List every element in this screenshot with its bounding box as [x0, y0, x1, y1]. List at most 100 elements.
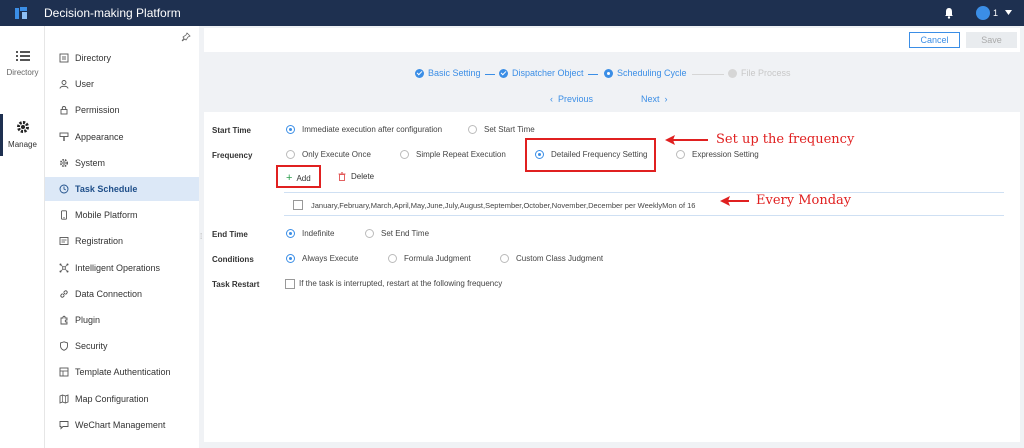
- cancel-button[interactable]: Cancel: [909, 32, 960, 48]
- sidebar-item-task-schedule[interactable]: Task Schedule: [45, 177, 199, 201]
- frequency-entry-checkbox[interactable]: [293, 200, 303, 210]
- indefinite-radio[interactable]: Indefinite: [286, 229, 334, 238]
- sidebar-item-mobile-platform[interactable]: Mobile Platform: [45, 203, 199, 227]
- nav-directory-label: Directory: [6, 68, 39, 77]
- left-nav: Directory Manage: [0, 26, 45, 448]
- task-restart-checkbox[interactable]: [285, 279, 295, 289]
- radio-label: Immediate execution after configuration: [302, 125, 443, 134]
- sidebar-item-map-configuration[interactable]: Map Configuration: [45, 387, 199, 411]
- network-icon: [59, 263, 69, 273]
- next-button[interactable]: Next ›: [641, 94, 668, 104]
- custom-class-judgment-radio[interactable]: Custom Class Judgment: [500, 254, 603, 263]
- clock-icon: [59, 184, 69, 194]
- set-end-time-radio[interactable]: Set End Time: [365, 229, 429, 238]
- always-execute-radio[interactable]: Always Execute: [286, 254, 358, 263]
- sidebar-item-user[interactable]: User: [45, 72, 199, 96]
- sidebar-item-appearance[interactable]: Appearance: [45, 125, 199, 149]
- only-once-radio[interactable]: Only Execute Once: [286, 150, 371, 159]
- check-icon: [415, 68, 424, 78]
- user-name[interactable]: 1: [993, 8, 998, 18]
- previous-label: Previous: [558, 94, 594, 104]
- step-dispatcher-object[interactable]: Dispatcher Object: [499, 68, 584, 78]
- start-time-label: Start Time: [212, 126, 251, 135]
- current-step-icon: [604, 68, 613, 78]
- save-button[interactable]: Save: [966, 32, 1017, 48]
- phone-icon: [61, 210, 67, 220]
- pending-step-icon: [728, 68, 737, 78]
- schedule-form: Start Time Immediate execution after con…: [204, 112, 1020, 442]
- user-icon: [59, 80, 69, 89]
- radio-label: Simple Repeat Execution: [416, 150, 506, 159]
- sidebar-item-label: Intelligent Operations: [75, 262, 161, 273]
- previous-button[interactable]: ‹ Previous: [550, 94, 593, 104]
- frequency-label: Frequency: [212, 151, 253, 160]
- arrow-left-icon: [720, 196, 749, 206]
- step-progress: Basic Setting Dispatcher Object Scheduli…: [204, 56, 1020, 108]
- sidebar-item-plugin[interactable]: Plugin: [45, 308, 199, 332]
- sidebar-item-label: Plugin: [75, 315, 101, 325]
- brush-icon: [59, 132, 69, 141]
- resize-handle[interactable]: ⁞: [200, 232, 202, 241]
- delete-button[interactable]: Delete: [338, 172, 374, 181]
- expression-setting-radio[interactable]: Expression Setting: [676, 150, 759, 159]
- detailed-frequency-radio[interactable]: Detailed Frequency Setting: [535, 150, 648, 159]
- sidebar-item-label: Registration: [75, 236, 124, 247]
- add-label: Add: [296, 173, 311, 183]
- template-icon: [59, 367, 69, 377]
- sidebar-item-wechart-management[interactable]: WeChart Management: [45, 413, 199, 437]
- sidebar-item-label: Security: [75, 341, 108, 352]
- radio-label: Indefinite: [302, 229, 335, 238]
- sidebar-item-data-connection[interactable]: Data Connection: [45, 282, 199, 306]
- radio-label: Set End Time: [381, 229, 430, 238]
- nav-manage-label: Manage: [8, 140, 37, 149]
- app-logo-icon: [15, 7, 27, 19]
- sidebar-item-template-authentication[interactable]: Template Authentication: [45, 360, 199, 384]
- pin-icon[interactable]: [181, 32, 191, 42]
- nav-manage[interactable]: Manage: [0, 120, 45, 149]
- sidebar-item-label: Directory: [75, 53, 112, 63]
- sidebar-item-label: Data Connection: [75, 288, 143, 299]
- task-restart-text: If the task is interrupted, restart at t…: [299, 279, 503, 288]
- annotation-monday: Every Monday: [756, 193, 852, 208]
- sidebar-item-intelligent-operations[interactable]: Intelligent Operations: [45, 256, 199, 280]
- registration-icon: [59, 237, 69, 246]
- user-avatar[interactable]: [976, 6, 990, 20]
- sidebar-item-label: Appearance: [75, 131, 124, 142]
- bell-icon[interactable]: [944, 7, 954, 19]
- sidebar-item-permission[interactable]: Permission: [45, 98, 199, 122]
- plugin-icon: [60, 315, 68, 325]
- frequency-entry[interactable]: January,February,March,April,May,June,Ju…: [311, 201, 695, 210]
- sidebar-item-security[interactable]: Security: [45, 334, 199, 358]
- next-label: Next: [641, 94, 660, 104]
- lock-icon: [60, 106, 68, 115]
- chevron-down-icon[interactable]: [1005, 10, 1012, 15]
- add-button[interactable]: + Add: [286, 172, 311, 184]
- sidebar-item-registration[interactable]: Registration: [45, 229, 199, 253]
- sidebar-item-label: Permission: [75, 105, 120, 116]
- step-basic-setting[interactable]: Basic Setting: [415, 68, 481, 78]
- sidebar-item-label: Map Configuration: [75, 393, 149, 404]
- list-icon: [15, 51, 30, 61]
- step-label: Scheduling Cycle: [617, 68, 687, 78]
- sidebar-item-system[interactable]: System: [45, 151, 199, 175]
- nav-directory[interactable]: Directory: [0, 50, 45, 77]
- radio-label: Formula Judgment: [404, 254, 471, 263]
- sidebar-item-directory[interactable]: Directory: [45, 46, 199, 70]
- link-icon: [60, 290, 68, 298]
- app-title: Decision-making Platform: [44, 6, 181, 20]
- radio-label: Only Execute Once: [302, 150, 371, 159]
- plus-icon: +: [286, 172, 293, 184]
- formula-judgment-radio[interactable]: Formula Judgment: [388, 254, 471, 263]
- gear-icon: [16, 121, 29, 133]
- step-scheduling-cycle[interactable]: Scheduling Cycle: [604, 68, 687, 78]
- sidebar-item-label: Mobile Platform: [75, 210, 138, 221]
- list-icon: [59, 53, 69, 63]
- step-file-process: File Process: [728, 68, 791, 78]
- top-bar: Decision-making Platform 1: [0, 0, 1024, 26]
- sidebar-item-label: System: [75, 157, 106, 168]
- start-immediate-radio[interactable]: Immediate execution after configuration: [286, 125, 442, 134]
- sidebar-item-label: WeChart Management: [75, 419, 166, 430]
- step-connector: [588, 74, 598, 75]
- simple-repeat-radio[interactable]: Simple Repeat Execution: [400, 150, 506, 159]
- set-start-time-radio[interactable]: Set Start Time: [468, 125, 535, 134]
